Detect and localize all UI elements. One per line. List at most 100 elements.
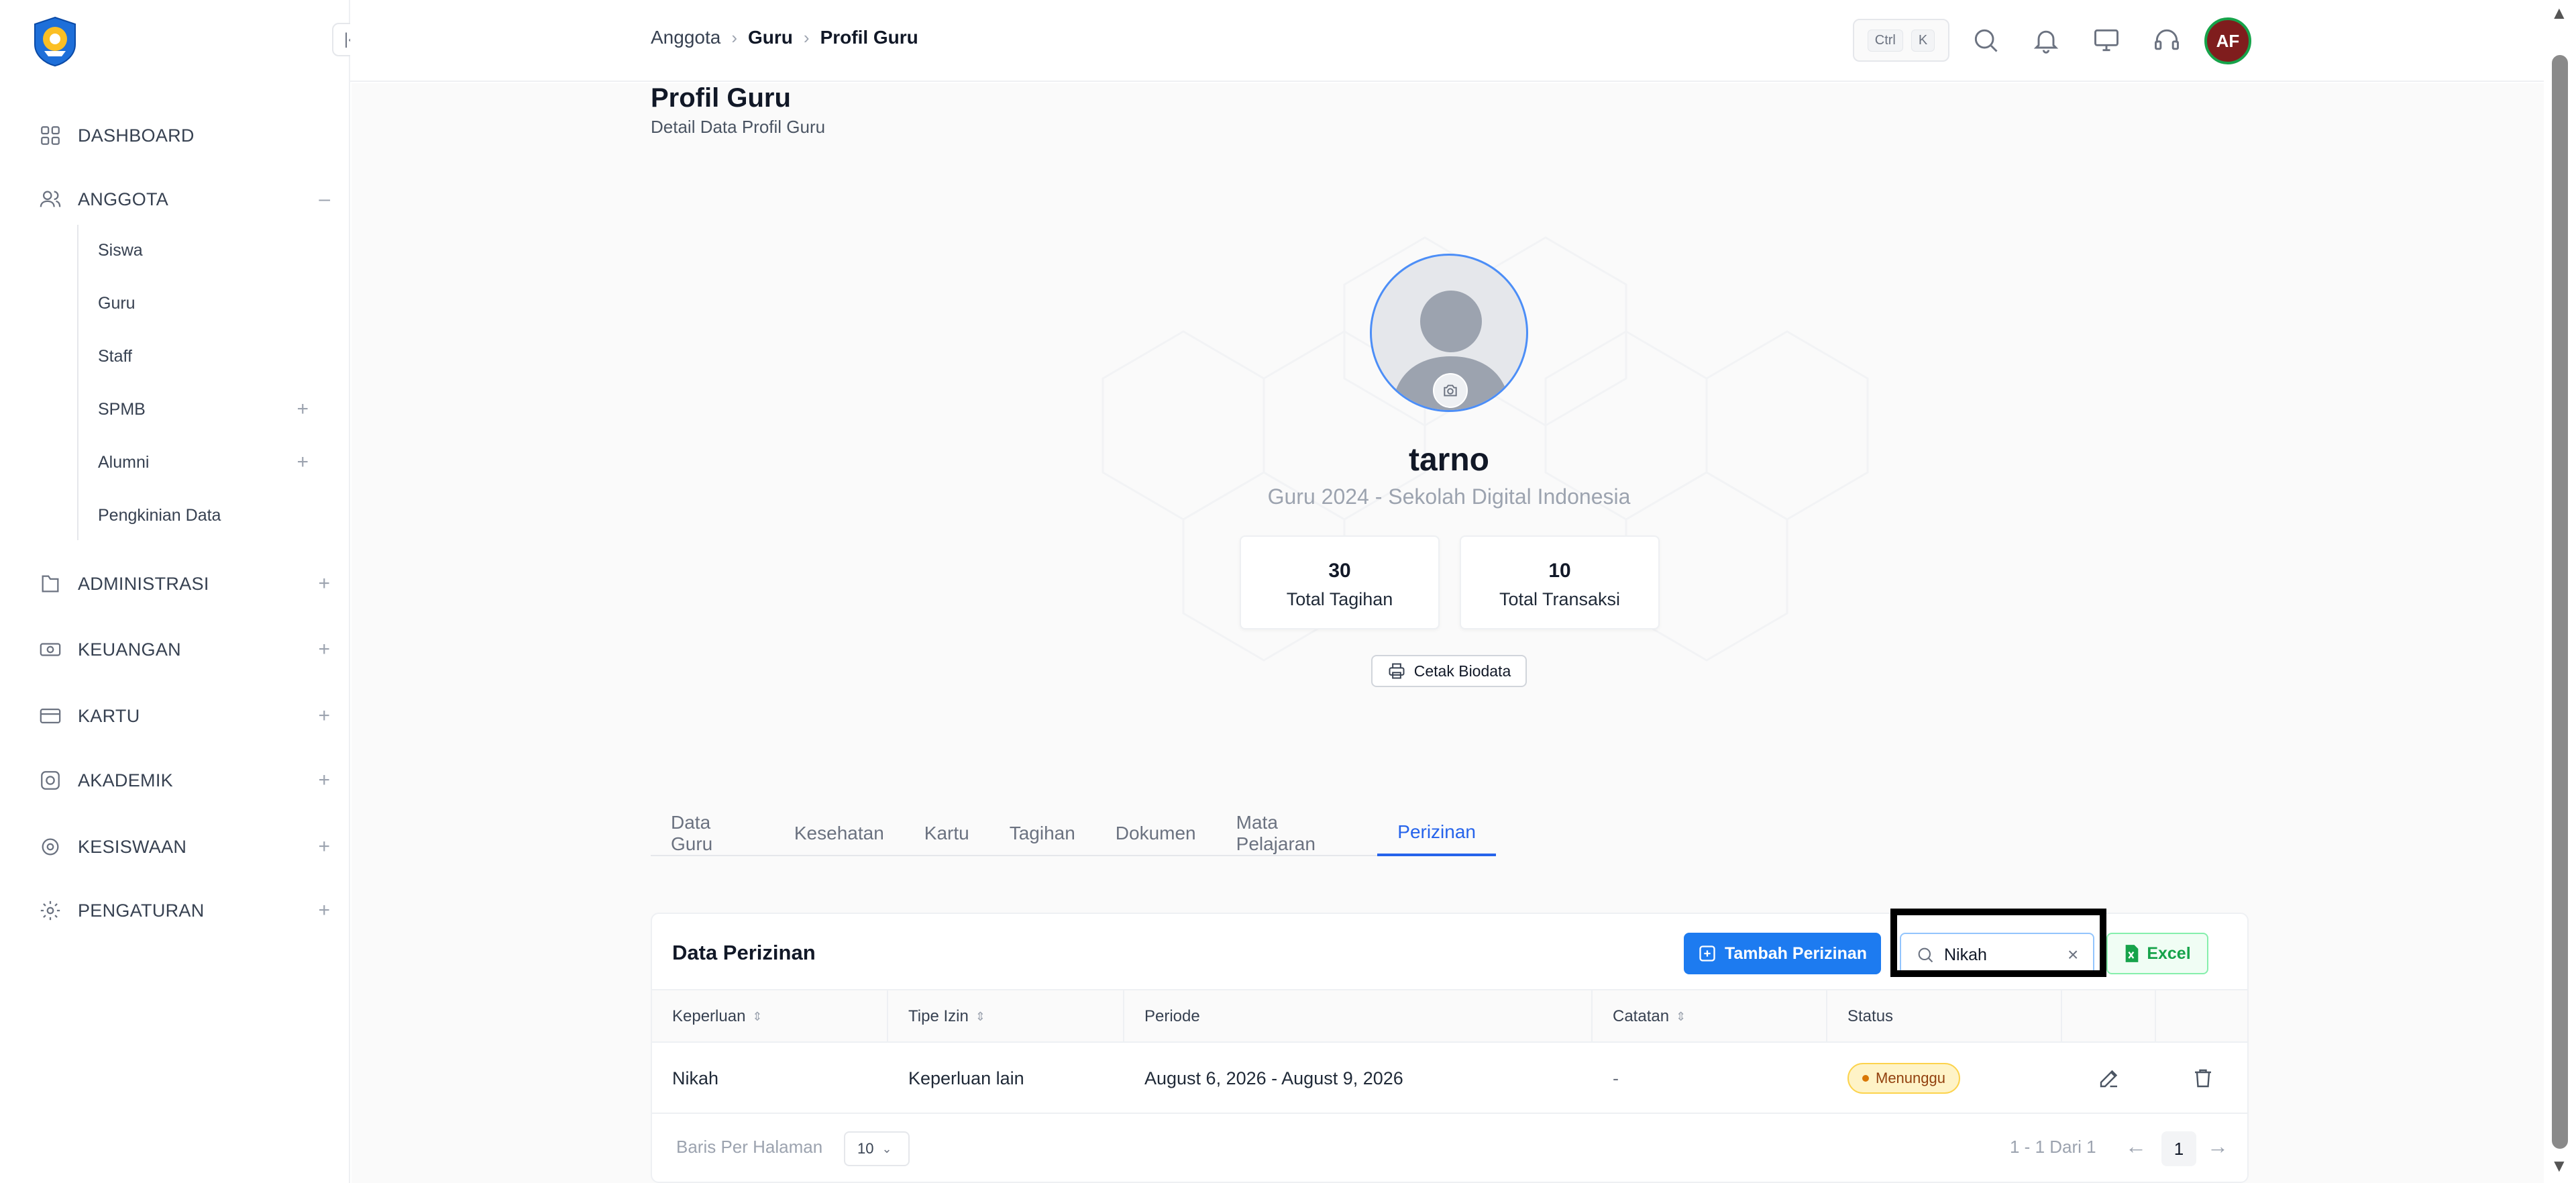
tab-mata-pelajaran[interactable]: Mata Pelajaran <box>1216 811 1378 856</box>
stat-value: 10 <box>1548 560 1571 582</box>
column-header-keperluan[interactable]: Keperluan ⇕ <box>652 990 888 1043</box>
column-header-edit <box>2062 990 2156 1043</box>
sidebar-item-staff[interactable]: Staff <box>98 341 299 372</box>
monitor-icon[interactable] <box>2092 25 2121 55</box>
expand-toggle-icon[interactable]: + <box>318 899 330 922</box>
tab-kesehatan[interactable]: Kesehatan <box>774 811 904 856</box>
card-icon <box>40 708 61 724</box>
pagination-info: 1 - 1 Dari 1 <box>2010 1137 2096 1157</box>
column-header-catatan[interactable]: Catatan ⇕ <box>1593 990 1827 1043</box>
sort-icon[interactable]: ⇕ <box>1676 1010 1686 1024</box>
stat-label: Total Transaksi <box>1499 589 1621 609</box>
next-page-icon[interactable]: → <box>2207 1134 2229 1159</box>
rows-per-page-label: Baris Per Halaman <box>676 1137 823 1157</box>
export-excel-button[interactable]: Excel <box>2106 933 2208 974</box>
camera-icon <box>1444 384 1457 397</box>
expand-toggle-icon[interactable]: + <box>297 451 309 474</box>
column-header-status: Status <box>1827 990 2062 1043</box>
shortcut-key-ctrl: Ctrl <box>1867 29 1903 52</box>
sidebar-item-pengkinian-data[interactable]: Pengkinian Data <box>98 500 299 531</box>
breadcrumb-anggota[interactable]: Anggota <box>651 27 720 48</box>
table-header: Keperluan ⇕ Tipe Izin ⇕ Periode Catatan ⇕ S… <box>652 989 2247 1043</box>
add-perizinan-button[interactable]: Tambah Perizinan <box>1684 933 1881 974</box>
sidebar-item-anggota[interactable]: ANGGOTA – <box>39 183 330 216</box>
expand-toggle-icon[interactable]: + <box>297 398 309 421</box>
search-input[interactable] <box>1944 945 2058 965</box>
tut-wuri-handayani-logo[interactable] <box>28 15 82 68</box>
avatar[interactable]: AF <box>2204 17 2251 64</box>
sidebar-item-guru[interactable]: Guru <box>98 288 299 319</box>
tab-data-guru[interactable]: Data Guru <box>651 811 774 856</box>
sidebar-item-spmb[interactable]: SPMB + <box>98 394 309 425</box>
collapse-toggle-icon[interactable]: – <box>319 188 330 211</box>
sidebar-item-administrasi[interactable]: ADMINISTRASI + <box>39 567 330 601</box>
sidebar-item-pengaturan[interactable]: PENGATURAN + <box>39 894 330 927</box>
expand-toggle-icon[interactable]: + <box>318 572 330 595</box>
rows-per-page-value: 10 <box>857 1140 874 1157</box>
cell-catatan: - <box>1613 1068 1619 1088</box>
search-icon[interactable] <box>1971 25 2000 55</box>
shortcut-key-k: K <box>1911 29 1935 52</box>
sidebar: |‹ DASHBOARD ANGGOTA – Siswa Guru Staff … <box>0 0 366 1183</box>
page-number-current[interactable]: 1 <box>2161 1131 2196 1166</box>
support-icon[interactable] <box>2152 25 2182 55</box>
window-scrollbar[interactable]: ▲ ▼ <box>2544 0 2576 1183</box>
chevron-right-icon: › <box>731 27 737 48</box>
sidebar-item-kartu[interactable]: KARTU + <box>39 699 330 733</box>
expand-toggle-icon[interactable]: + <box>318 769 330 792</box>
table-footer: Baris Per Halaman 10 ⌄ 1 - 1 Dari 1 ← 1 … <box>652 1121 2247 1181</box>
sidebar-label-anggota: ANGGOTA <box>78 189 169 209</box>
sidebar-item-akademik[interactable]: AKADEMIK + <box>39 764 330 797</box>
scroll-up-icon[interactable]: ▲ <box>2551 3 2568 23</box>
rows-per-page-select[interactable]: 10 ⌄ <box>844 1131 910 1166</box>
sidebar-item-kesiswaan[interactable]: KESISWAAN + <box>39 830 330 864</box>
dashboard-icon <box>41 126 60 145</box>
command-shortcut-button[interactable]: Ctrl K <box>1853 19 1949 62</box>
sidebar-item-dashboard[interactable]: DASHBOARD <box>39 119 307 152</box>
clear-search-icon[interactable]: × <box>2068 944 2078 966</box>
column-header-tipe-izin[interactable]: Tipe Izin ⇕ <box>888 990 1124 1043</box>
tab-perizinan[interactable]: Perizinan <box>1377 811 1496 856</box>
change-photo-button[interactable] <box>1433 373 1468 408</box>
stat-card-total-transaksi: 10 Total Transaksi <box>1460 535 1660 629</box>
column-label: Periode <box>1144 1007 1200 1025</box>
expand-toggle-icon[interactable]: + <box>318 835 330 858</box>
bell-icon[interactable] <box>2031 25 2061 55</box>
tab-tagihan[interactable]: Tagihan <box>989 811 1095 856</box>
breadcrumb-guru[interactable]: Guru <box>748 27 793 48</box>
sidebar-label-kesiswaan: KESISWAAN <box>78 836 187 857</box>
sort-icon[interactable]: ⇕ <box>975 1010 985 1024</box>
printer-icon <box>1389 663 1405 679</box>
column-label: Tipe Izin <box>908 1007 969 1025</box>
edit-icon[interactable] <box>2097 1066 2121 1090</box>
sidebar-label-siswa: Siswa <box>98 240 143 260</box>
profile-role: Guru 2024 - Sekolah Digital Indonesia <box>1267 484 1631 509</box>
tab-kartu[interactable]: Kartu <box>904 811 989 856</box>
sidebar-item-alumni[interactable]: Alumni + <box>98 447 309 478</box>
sort-icon[interactable]: ⇕ <box>752 1010 762 1024</box>
main-content: Profil Guru Detail Data Profil Guru tarn… <box>352 83 2544 1183</box>
column-label: Catatan <box>1613 1007 1670 1025</box>
add-perizinan-label: Tambah Perizinan <box>1724 943 1868 963</box>
cell-status: Menunggu <box>1827 1043 2062 1114</box>
print-biodata-button[interactable]: Cetak Biodata <box>1371 655 1527 687</box>
sidebar-item-keuangan[interactable]: KEUANGAN + <box>39 633 330 666</box>
sidebar-label-akademik: AKADEMIK <box>78 770 173 790</box>
breadcrumb: Anggota › Guru › Profil Guru <box>651 27 918 48</box>
search-field[interactable]: × <box>1900 933 2094 977</box>
folder-icon <box>42 575 59 593</box>
sidebar-item-siswa[interactable]: Siswa <box>98 235 299 266</box>
trash-icon[interactable] <box>2191 1066 2215 1090</box>
status-dot-icon <box>1862 1075 1869 1082</box>
topbar: Anggota › Guru › Profil Guru Ctrl K AF <box>350 0 2544 82</box>
column-label: Status <box>1847 1007 1894 1025</box>
expand-toggle-icon[interactable]: + <box>318 705 330 727</box>
prev-page-icon[interactable]: ← <box>2125 1134 2147 1159</box>
scrollbar-thumb[interactable] <box>2552 55 2568 1149</box>
scroll-down-icon[interactable]: ▼ <box>2551 1155 2568 1176</box>
cell-keperluan: Nikah <box>672 1068 719 1088</box>
expand-toggle-icon[interactable]: + <box>318 638 330 661</box>
tab-dokumen[interactable]: Dokumen <box>1095 811 1216 856</box>
stat-value: 30 <box>1328 560 1351 582</box>
page-subtitle: Detail Data Profil Guru <box>651 117 826 137</box>
